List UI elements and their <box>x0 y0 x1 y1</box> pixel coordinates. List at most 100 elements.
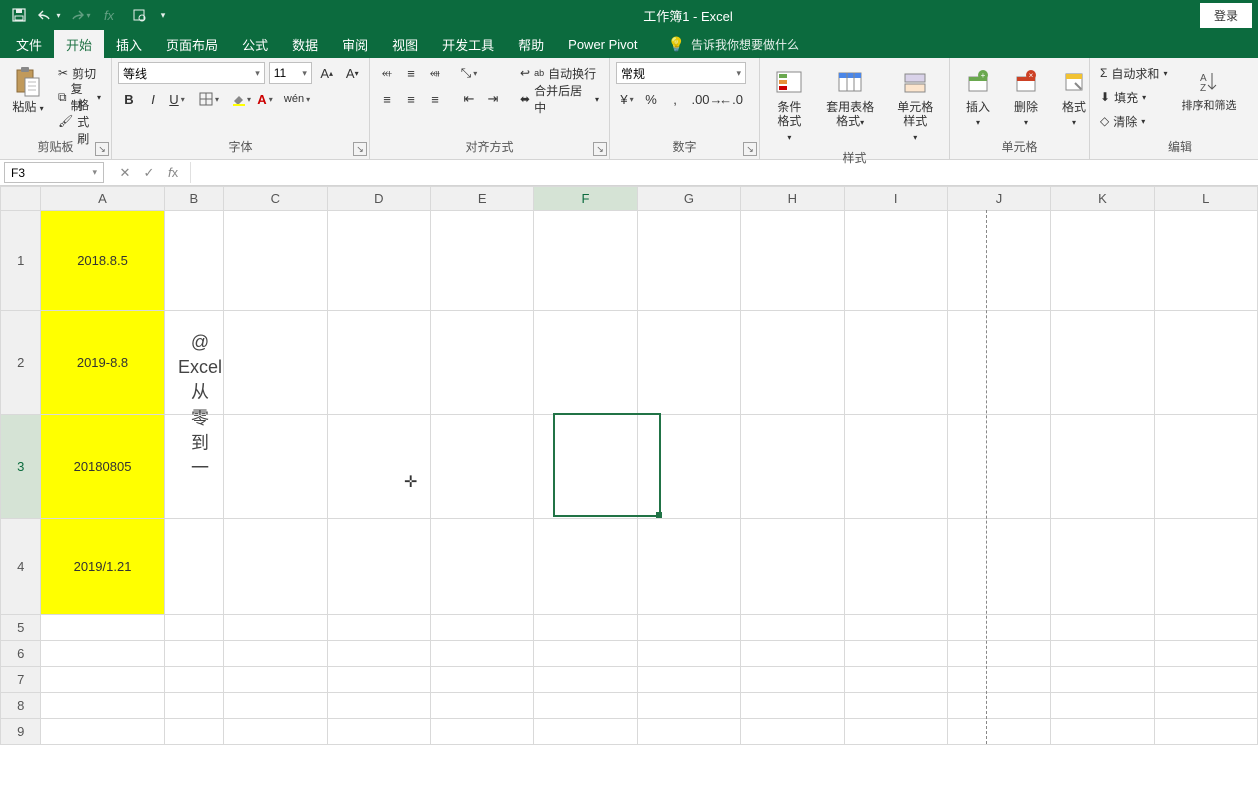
sort-filter-button[interactable]: AZ 排序和筛选 <box>1175 62 1242 136</box>
align-middle-icon[interactable]: ≡ <box>400 62 422 84</box>
cell-A4[interactable]: 2019/1.21 <box>41 519 164 615</box>
cell-L6[interactable] <box>1154 641 1257 667</box>
cell-E1[interactable] <box>430 211 533 311</box>
cell-E6[interactable] <box>430 641 533 667</box>
cell-A5[interactable] <box>41 615 164 641</box>
cell-J1[interactable] <box>947 211 1050 311</box>
cell-F3[interactable] <box>534 415 637 519</box>
cell-G8[interactable] <box>637 693 740 719</box>
cell-I4[interactable] <box>844 519 947 615</box>
col-header-I[interactable]: I <box>844 187 947 211</box>
conditional-format-button[interactable]: 条件格式▾ <box>766 62 813 147</box>
cell-D1[interactable] <box>327 211 430 311</box>
cell-D5[interactable] <box>327 615 430 641</box>
col-header-L[interactable]: L <box>1154 187 1257 211</box>
name-box[interactable]: F3▾ <box>4 162 104 183</box>
cell-D8[interactable] <box>327 693 430 719</box>
cell-K1[interactable] <box>1051 211 1154 311</box>
cancel-icon[interactable]: ✕ <box>114 163 136 183</box>
cell-F7[interactable] <box>534 667 637 693</box>
cell-B4[interactable] <box>164 519 224 615</box>
number-dialog-launcher[interactable]: ↘ <box>743 142 757 156</box>
cell-A8[interactable] <box>41 693 164 719</box>
cell-C1[interactable] <box>224 211 327 311</box>
cell-H1[interactable] <box>741 211 844 311</box>
select-all-corner[interactable] <box>1 187 41 211</box>
cell-C2[interactable] <box>224 311 327 415</box>
cell-C7[interactable] <box>224 667 327 693</box>
cell-C3[interactable] <box>224 415 327 519</box>
cell-B7[interactable] <box>164 667 224 693</box>
cell-K8[interactable] <box>1051 693 1154 719</box>
tab-home[interactable]: 开始 <box>54 30 104 58</box>
cell-D3[interactable] <box>327 415 430 519</box>
cell-H4[interactable] <box>741 519 844 615</box>
qat-customize-icon[interactable]: ▾ <box>156 3 170 27</box>
row-header-6[interactable]: 6 <box>1 641 41 667</box>
col-header-B[interactable]: B <box>164 187 224 211</box>
comma-button[interactable]: , <box>664 88 686 110</box>
cell-B9[interactable] <box>164 719 224 745</box>
row-header-4[interactable]: 4 <box>1 519 41 615</box>
cell-L2[interactable] <box>1154 311 1257 415</box>
tab-devtools[interactable]: 开发工具 <box>430 30 506 58</box>
cell-L7[interactable] <box>1154 667 1257 693</box>
tab-formulas[interactable]: 公式 <box>230 30 280 58</box>
font-color-button[interactable]: A <box>254 88 276 110</box>
cell-K4[interactable] <box>1051 519 1154 615</box>
touch-mode-icon[interactable] <box>126 3 152 27</box>
font-name-combo[interactable]: 等线▾ <box>118 62 265 84</box>
pinyin-guide-button[interactable]: wén <box>286 88 308 110</box>
cell-F1[interactable] <box>534 211 637 311</box>
cell-J3[interactable] <box>947 415 1050 519</box>
bold-button[interactable]: B <box>118 88 140 110</box>
fx-button-icon[interactable]: fx <box>162 163 184 183</box>
cell-E3[interactable] <box>430 415 533 519</box>
percent-button[interactable]: % <box>640 88 662 110</box>
row-header-3[interactable]: 3 <box>1 415 41 519</box>
cell-A6[interactable] <box>41 641 164 667</box>
underline-button[interactable]: U <box>166 88 188 110</box>
cell-K5[interactable] <box>1051 615 1154 641</box>
cell-B5[interactable] <box>164 615 224 641</box>
cell-E2[interactable] <box>430 311 533 415</box>
row-header-8[interactable]: 8 <box>1 693 41 719</box>
col-header-J[interactable]: J <box>947 187 1050 211</box>
save-icon[interactable] <box>6 3 32 27</box>
increase-indent-icon[interactable]: ⇥ <box>482 88 504 110</box>
undo-icon[interactable]: ▾ <box>36 3 62 27</box>
decrease-indent-icon[interactable]: ⇤ <box>458 88 480 110</box>
cell-C9[interactable] <box>224 719 327 745</box>
clear-button[interactable]: ◇清除 ▾ <box>1096 113 1149 130</box>
tell-me[interactable]: 💡 告诉我你想要做什么 <box>668 30 799 58</box>
cell-G2[interactable] <box>637 311 740 415</box>
cell-E9[interactable] <box>430 719 533 745</box>
col-header-D[interactable]: D <box>327 187 430 211</box>
cell-H2[interactable] <box>741 311 844 415</box>
cell-K2[interactable] <box>1051 311 1154 415</box>
cell-J8[interactable] <box>947 693 1050 719</box>
cell-A3[interactable]: 20180805 <box>41 415 164 519</box>
cell-K3[interactable] <box>1051 415 1154 519</box>
cell-C8[interactable] <box>224 693 327 719</box>
autosum-button[interactable]: Σ自动求和 ▾ <box>1096 65 1171 82</box>
align-bottom-icon[interactable]: ⬵ <box>424 62 446 84</box>
cell-B8[interactable] <box>164 693 224 719</box>
enter-icon[interactable]: ✓ <box>138 163 160 183</box>
cell-F4[interactable] <box>534 519 637 615</box>
cell-E5[interactable] <box>430 615 533 641</box>
number-format-combo[interactable]: 常规▾ <box>616 62 746 84</box>
delete-cells-button[interactable]: × 删除▾ <box>1004 62 1048 136</box>
cell-I6[interactable] <box>844 641 947 667</box>
cell-I2[interactable] <box>844 311 947 415</box>
col-header-E[interactable]: E <box>430 187 533 211</box>
cell-F5[interactable] <box>534 615 637 641</box>
cell-F2[interactable] <box>534 311 637 415</box>
cell-J6[interactable] <box>947 641 1050 667</box>
cell-B1[interactable] <box>164 211 224 311</box>
tab-powerpivot[interactable]: Power Pivot <box>556 30 649 58</box>
cell-H8[interactable] <box>741 693 844 719</box>
cell-C4[interactable] <box>224 519 327 615</box>
italic-button[interactable]: I <box>142 88 164 110</box>
cell-A9[interactable] <box>41 719 164 745</box>
